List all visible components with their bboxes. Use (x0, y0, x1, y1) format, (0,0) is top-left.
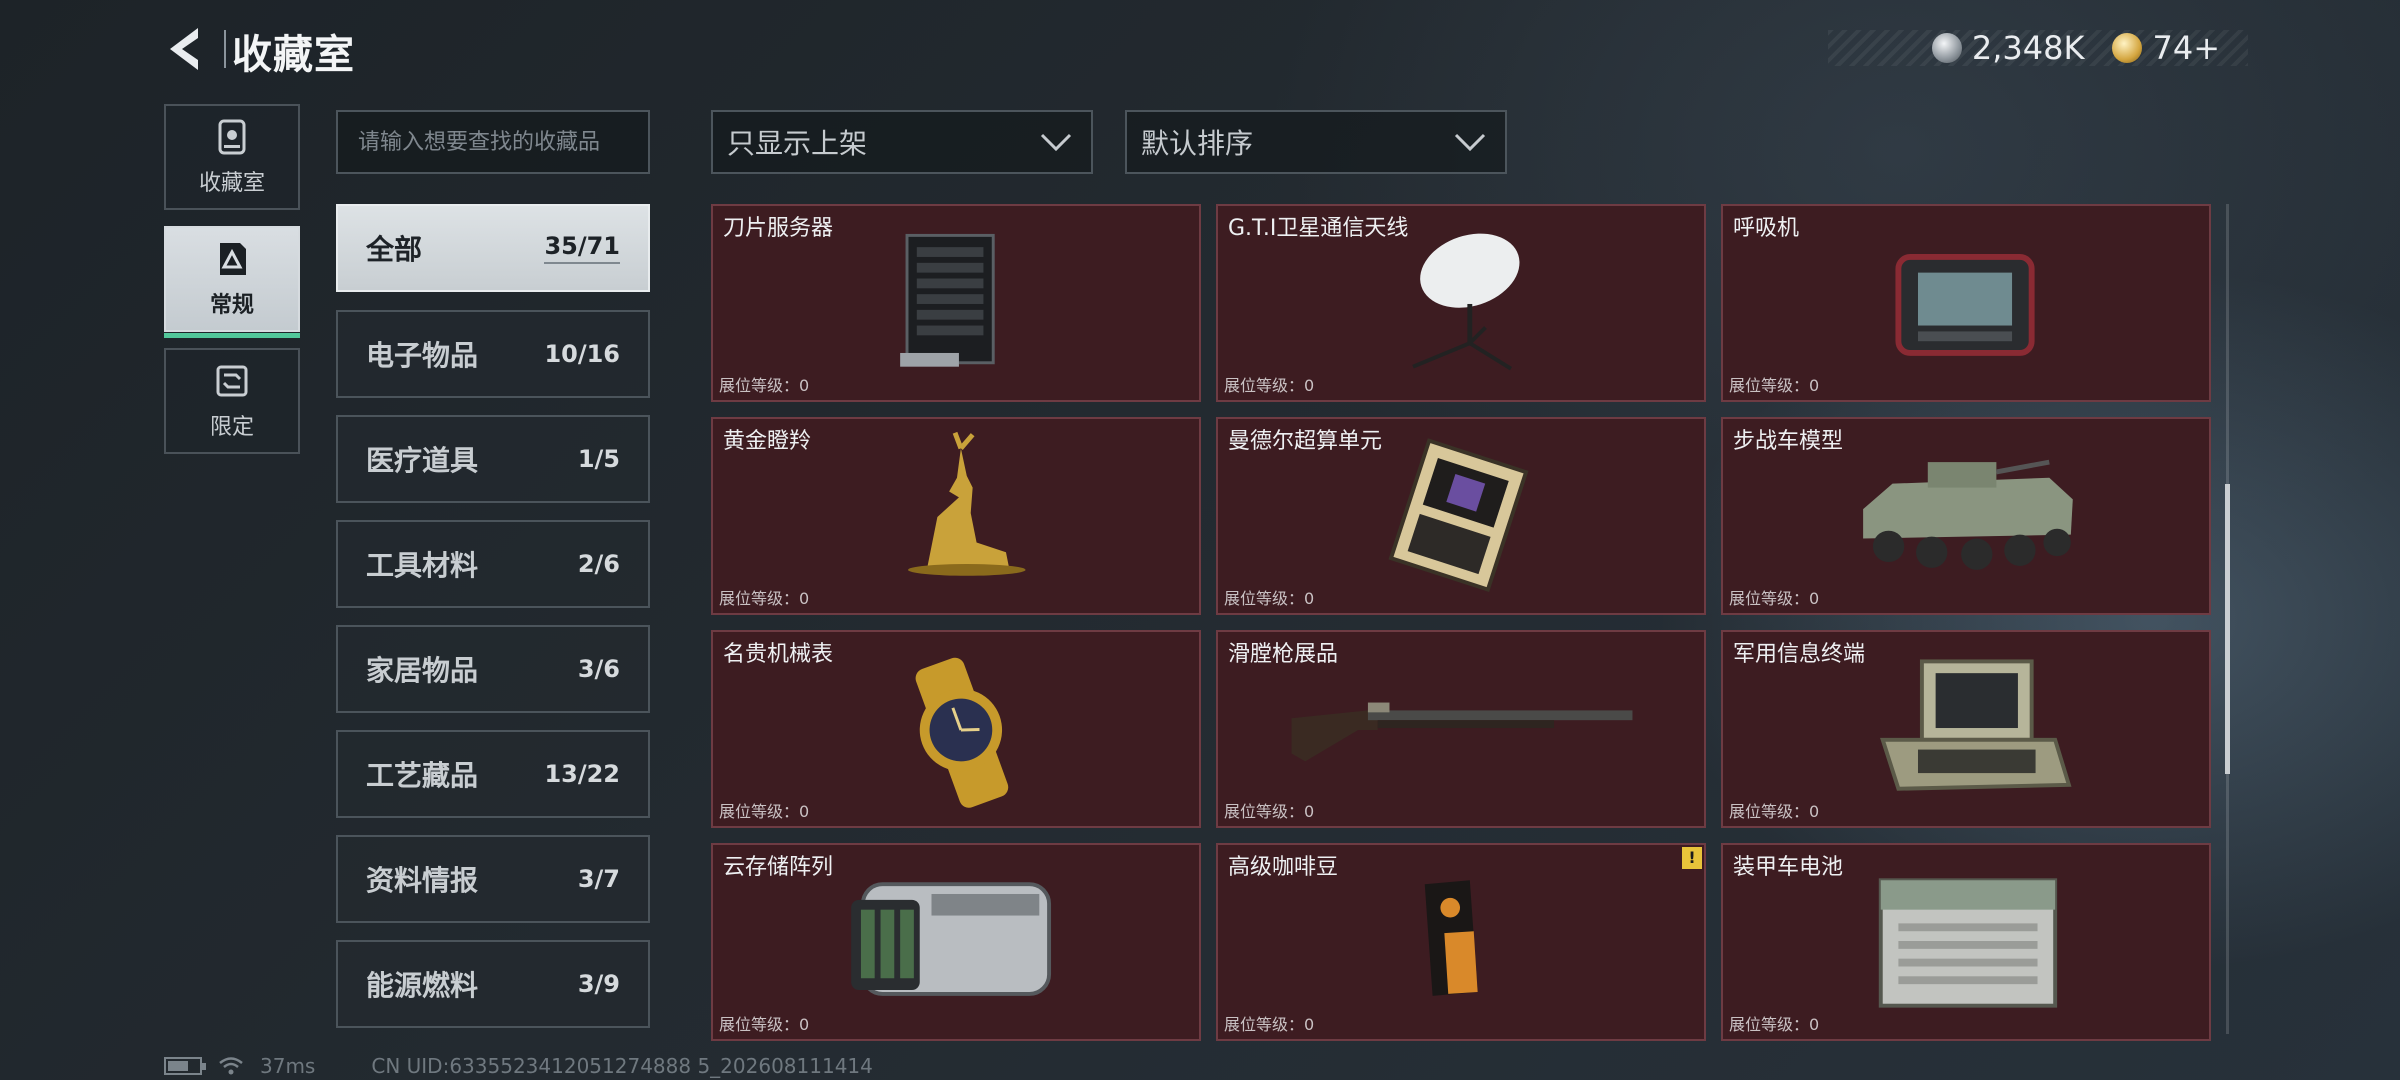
rail-tab-regular[interactable]: 常规 (164, 226, 300, 338)
dropdown-value: 默认排序 (1141, 127, 1254, 160)
item-name: 曼德尔超算单元 (1228, 429, 1383, 454)
item-card-golden-gazelle[interactable]: 黄金瞪羚 展位等级：0 (711, 417, 1201, 615)
item-card-supercomputer-unit[interactable]: 曼德尔超算单元 展位等级：0 (1216, 417, 1706, 615)
category-name: 家居物品 (366, 654, 479, 687)
category-name: 电子物品 (366, 339, 479, 372)
back-button[interactable] (162, 24, 208, 74)
item-name: 刀片服务器 (723, 216, 834, 241)
category-name: 工艺藏品 (366, 759, 479, 792)
category-count: 35/71 (544, 232, 620, 264)
item-name: G.T.I卫星通信天线 (1228, 216, 1409, 241)
back-arrow-icon (170, 28, 198, 70)
category-name: 医疗道具 (366, 444, 479, 477)
category-household[interactable]: 家居物品 3/6 (336, 625, 650, 713)
sort-dropdown[interactable]: 默认排序 (1125, 110, 1507, 174)
item-name: 装甲车电池 (1733, 855, 1844, 880)
item-card-armored-battery[interactable]: 装甲车电池 展位等级：0 (1721, 843, 2211, 1041)
booth-level: 展位等级：0 (1224, 376, 1315, 395)
booth-level: 展位等级：0 (1224, 1015, 1315, 1034)
item-name: 云存储阵列 (723, 855, 834, 880)
item-name: 高级咖啡豆 (1228, 855, 1339, 880)
category-name: 工具材料 (366, 549, 479, 582)
wifi-icon (219, 1057, 243, 1075)
booth-level: 展位等级：0 (719, 802, 810, 821)
chevron-down-icon (1040, 133, 1072, 152)
category-intel[interactable]: 资料情报 3/7 (336, 835, 650, 923)
search-input[interactable] (336, 110, 650, 174)
category-energy[interactable]: 能源燃料 3/9 (336, 940, 650, 1028)
ping-value: 37ms (260, 1054, 316, 1078)
category-all[interactable]: 全部 35/71 (336, 204, 650, 292)
header-divider (224, 30, 226, 68)
status-bar: 37ms CN UID:6335523412051274888 5_202608… (164, 1052, 873, 1080)
category-count: 13/22 (544, 760, 620, 788)
category-crafts[interactable]: 工艺藏品 13/22 (336, 730, 650, 818)
item-card-luxury-watch[interactable]: 名贵机械表 展位等级：0 (711, 630, 1201, 828)
category-name: 能源燃料 (366, 969, 479, 1002)
booth-level: 展位等级：0 (719, 376, 810, 395)
category-name: 资料情报 (366, 864, 479, 897)
booth-level: 展位等级：0 (1729, 1015, 1820, 1034)
category-count: 1/5 (577, 445, 620, 473)
limited-icon (216, 365, 248, 397)
battery-icon (164, 1057, 206, 1075)
silver-currency-value: 2,348K (1971, 29, 2085, 67)
category-medical[interactable]: 医疗道具 1/5 (336, 415, 650, 503)
gold-coin-icon (2112, 33, 2143, 63)
booth-level: 展位等级：0 (1224, 802, 1315, 821)
item-name: 名贵机械表 (723, 642, 834, 667)
grid-scrollbar-thumb[interactable] (2225, 484, 2230, 774)
item-name: 军用信息终端 (1733, 642, 1866, 667)
category-count: 10/16 (544, 340, 620, 368)
booth-level: 展位等级：0 (719, 589, 810, 608)
item-name: 滑膛枪展品 (1228, 642, 1339, 667)
item-card-satellite-antenna[interactable]: G.T.I卫星通信天线 展位等级：0 (1216, 204, 1706, 402)
rail-tab-collection-room[interactable]: 收藏室 (164, 104, 300, 210)
rail-label: 收藏室 (198, 171, 265, 196)
page-title: 收藏室 (232, 32, 355, 78)
silver-coin-icon (1931, 33, 1962, 63)
gold-currency-value[interactable]: 74+ (2152, 29, 2220, 67)
booth-level: 展位等级：0 (1729, 376, 1820, 395)
category-count: 3/7 (577, 865, 620, 893)
collection-room-icon (218, 119, 246, 155)
item-name: 黄金瞪羚 (723, 429, 812, 454)
warning-badge-icon: ! (1682, 847, 1702, 869)
booth-level: 展位等级：0 (1224, 589, 1315, 608)
rail-label: 限定 (209, 415, 254, 440)
item-card-blade-server[interactable]: 刀片服务器 展位等级：0 (711, 204, 1201, 402)
dropdown-value: 只显示上架 (727, 127, 868, 160)
regular-icon (220, 243, 246, 275)
item-name: 步战车模型 (1733, 429, 1844, 454)
user-uid: CN UID:6335523412051274888 5_20260811141… (371, 1054, 873, 1078)
shelf-filter-dropdown[interactable]: 只显示上架 (711, 110, 1093, 174)
category-tools[interactable]: 工具材料 2/6 (336, 520, 650, 608)
category-name: 全部 (366, 233, 423, 266)
currency-bar: 2,348K 74+ (1828, 29, 2248, 67)
booth-level: 展位等级：0 (719, 1015, 810, 1034)
category-electronics[interactable]: 电子物品 10/16 (336, 310, 650, 398)
item-card-military-terminal[interactable]: 军用信息终端 展位等级：0 (1721, 630, 2211, 828)
category-count: 2/6 (577, 550, 620, 578)
booth-level: 展位等级：0 (1729, 589, 1820, 608)
category-count: 3/9 (577, 970, 620, 998)
item-card-musket[interactable]: 滑膛枪展品 展位等级：0 (1216, 630, 1706, 828)
item-card-coffee-beans[interactable]: 高级咖啡豆 ! 展位等级：0 (1216, 843, 1706, 1041)
chevron-down-icon (1454, 133, 1486, 152)
rail-label: 常规 (209, 293, 254, 318)
rail-tab-limited[interactable]: 限定 (164, 348, 300, 454)
item-name: 呼吸机 (1733, 216, 1800, 241)
item-card-ventilator[interactable]: 呼吸机 展位等级：0 (1721, 204, 2211, 402)
item-card-cloud-storage-array[interactable]: 云存储阵列 展位等级：0 (711, 843, 1201, 1041)
booth-level: 展位等级：0 (1729, 802, 1820, 821)
item-card-ifv-model[interactable]: 步战车模型 展位等级：0 (1721, 417, 2211, 615)
category-count: 3/6 (577, 655, 620, 683)
